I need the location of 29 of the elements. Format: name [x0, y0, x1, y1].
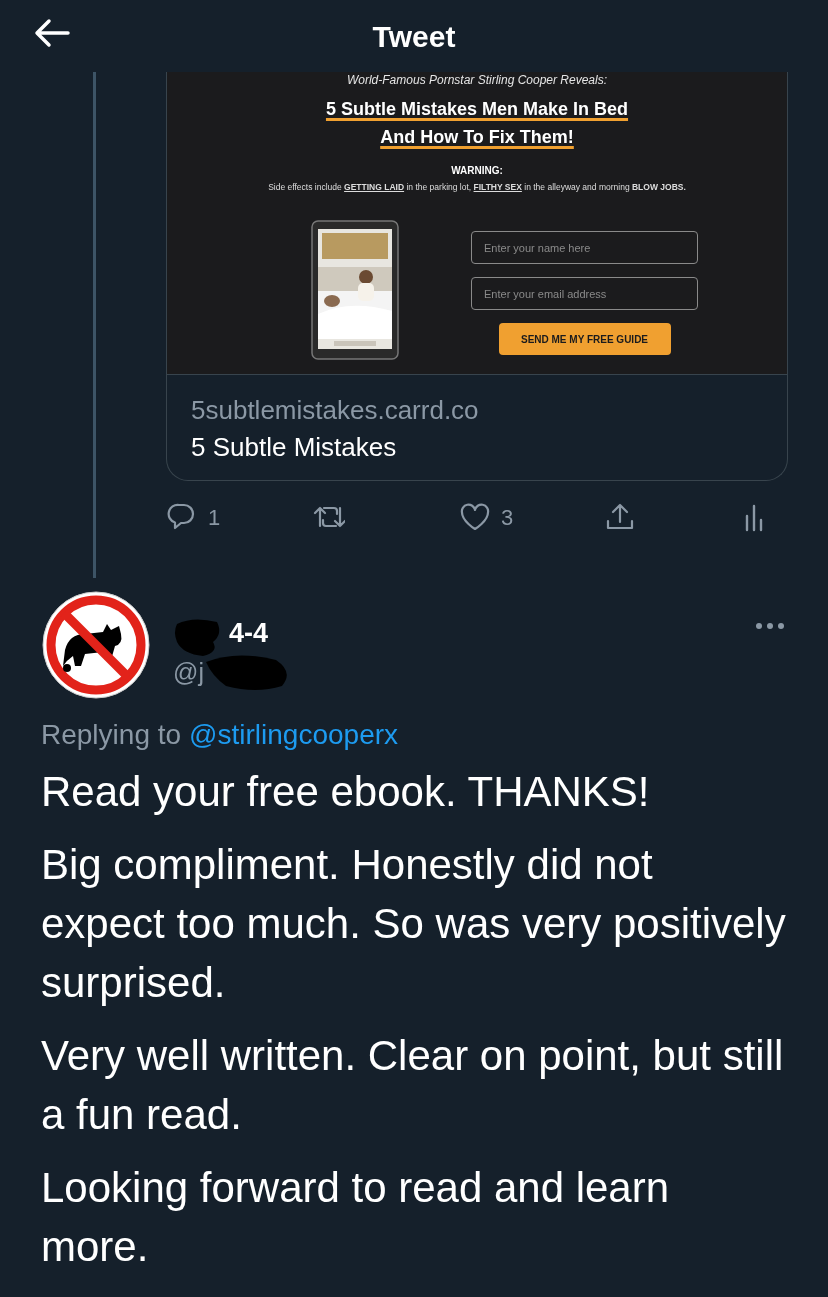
- link-card[interactable]: [166, 72, 788, 481]
- page-title: Tweet: [372, 18, 456, 55]
- like-count: 3: [501, 503, 514, 532]
- replying-to-label: Replying to: [41, 718, 182, 752]
- headline-text: And How To Fix Them!: [380, 127, 574, 147]
- send-guide-button[interactable]: SEND ME MY FREE GUIDE: [498, 323, 671, 355]
- back-arrow-icon: [34, 18, 70, 48]
- tweet-paragraph: Big compliment. Honestly did not expect too much. So was very positively surprised.: [41, 840, 787, 1008]
- like-button[interactable]: [459, 502, 491, 532]
- warning-label: WARNING:: [451, 165, 503, 177]
- reply-count: 1: [208, 503, 221, 532]
- more-options-icon: [755, 622, 785, 630]
- headline-text: 5 Subtle Mistakes Men Make In Bed: [325, 99, 629, 119]
- tweet-paragraph: Very well written. Clear on point, but still a fun read.: [41, 1031, 785, 1140]
- tweet-paragraph: Read your free ebook. THANKS!: [41, 767, 651, 817]
- user-name[interactable]: 4-4: [229, 618, 269, 648]
- mention-link[interactable]: @stirlingcooperx: [189, 718, 399, 752]
- input-field[interactable]: Enter your name here: [471, 231, 698, 264]
- share-icon: [604, 502, 636, 532]
- share-button[interactable]: [604, 502, 636, 532]
- heart-icon: [459, 502, 491, 532]
- kicker-text: World-Famous Pornstar Stirling Cooper Reveals:: [346, 73, 608, 87]
- link-title: 5 Subtle Mistakes: [191, 432, 398, 462]
- tweet-paragraph: Looking forward to read and learn more.: [41, 1163, 671, 1272]
- user-handle: @j: [173, 657, 204, 687]
- input-field[interactable]: Enter your email address: [471, 277, 698, 310]
- warning-text: Side effects include GETTING LAID in the parking lot, FILTHY SEX in the alleyway and morning BLOW JOBS.: [268, 182, 686, 193]
- avatar-icon: [41, 590, 151, 700]
- link-domain: 5subtlemistakes.carrd.co: [191, 395, 480, 425]
